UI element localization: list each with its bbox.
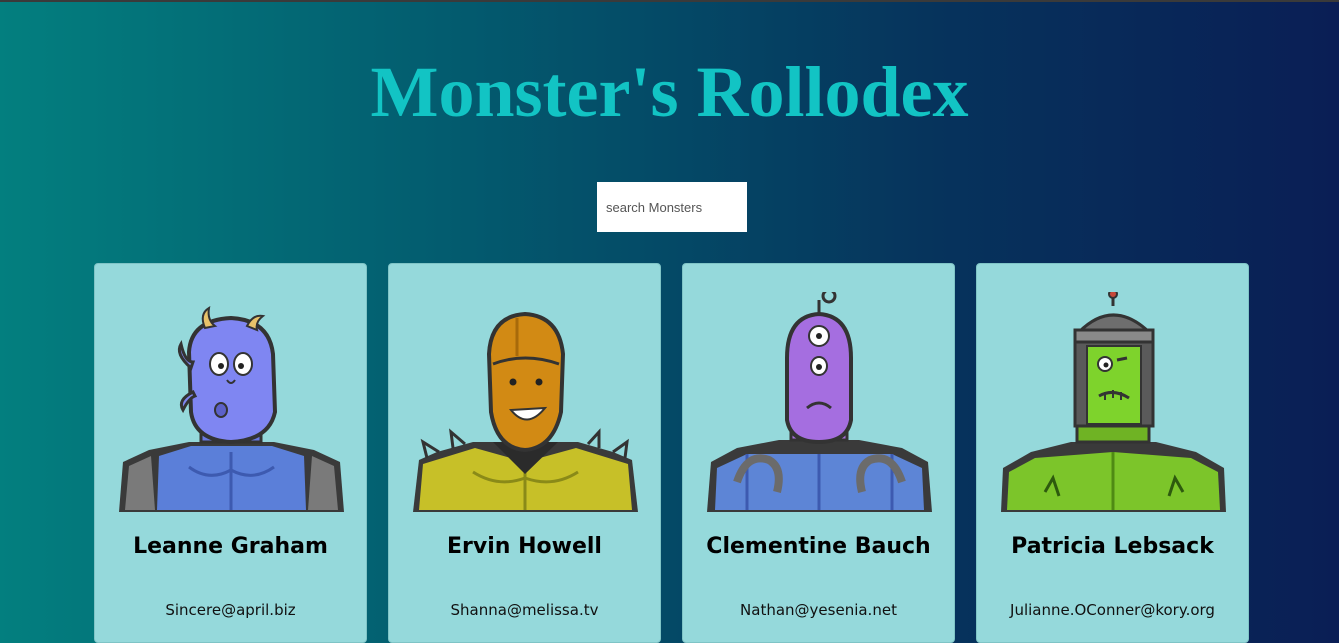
purple-cyclops-robot-monster-icon bbox=[707, 292, 932, 512]
monster-email: Shanna@melissa.tv bbox=[450, 601, 599, 619]
monster-name: Ervin Howell bbox=[447, 534, 602, 559]
monster-card[interactable]: Patricia Lebsack Julianne.OConner@kory.o… bbox=[976, 263, 1249, 643]
monster-card[interactable]: Ervin Howell Shanna@melissa.tv bbox=[388, 263, 661, 643]
search-input[interactable] bbox=[597, 182, 747, 232]
window-top-border bbox=[0, 0, 1339, 2]
monster-name: Clementine Bauch bbox=[706, 534, 931, 559]
monster-email: Sincere@april.biz bbox=[165, 601, 296, 619]
monster-email: Nathan@yesenia.net bbox=[740, 601, 897, 619]
monster-card[interactable]: Clementine Bauch Nathan@yesenia.net bbox=[682, 263, 955, 643]
monster-email: Julianne.OConner@kory.org bbox=[1010, 601, 1215, 619]
monster-name: Leanne Graham bbox=[133, 534, 328, 559]
monster-name: Patricia Lebsack bbox=[1011, 534, 1214, 559]
blue-horned-monster-icon bbox=[119, 306, 344, 512]
green-frankenstein-robot-monster-icon bbox=[1001, 292, 1226, 512]
monster-card[interactable]: Leanne Graham Sincere@april.biz bbox=[94, 263, 367, 643]
orange-spiky-monster-icon bbox=[413, 311, 638, 512]
page-title: Monster's Rollodex bbox=[370, 52, 969, 132]
